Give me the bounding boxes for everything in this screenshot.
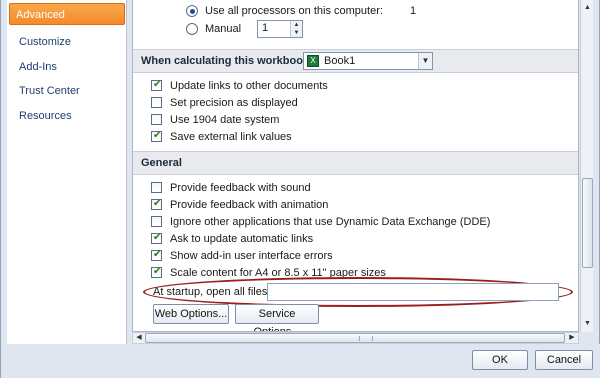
startup-folder-label: At startup, open all files in:: [153, 286, 283, 298]
excel-options-dialog: Advanced Customize Add-Ins Trust Center …: [0, 0, 600, 378]
checkbox[interactable]: [151, 216, 162, 227]
vertical-scrollbar[interactable]: ▲ ▼: [580, 0, 593, 332]
sidebar-item-trust-center[interactable]: Trust Center: [13, 80, 125, 102]
sidebar-item-advanced[interactable]: Advanced: [9, 3, 125, 25]
manual-threads-value: 1: [262, 22, 269, 34]
checkbox[interactable]: [151, 247, 162, 263]
scroll-left-icon[interactable]: ◀: [134, 333, 144, 343]
options-panel: Use all processors on this computer: 1 M…: [132, 0, 579, 332]
checkbox[interactable]: [151, 77, 162, 93]
service-options-button[interactable]: Service Options...: [235, 304, 319, 331]
option-label: Provide feedback with sound: [170, 182, 311, 194]
chevron-down-icon[interactable]: ▼: [418, 53, 432, 69]
option-label: Save external link values: [170, 131, 292, 143]
workbook-select[interactable]: X Book1 ▼: [303, 52, 433, 70]
option-label: Provide feedback with animation: [170, 199, 329, 211]
dialog-footer: OK Cancel: [1, 344, 600, 378]
processor-count: 1: [410, 5, 417, 17]
scroll-grip-icon: [359, 336, 373, 341]
checkbox[interactable]: [151, 128, 162, 144]
web-options-button[interactable]: Web Options...: [153, 304, 229, 324]
manual-radio[interactable]: [186, 23, 198, 35]
excel-workbook-icon: X: [307, 55, 319, 67]
scroll-down-icon[interactable]: ▼: [582, 318, 593, 330]
workbook-select-value: Book1: [324, 55, 356, 67]
startup-folder-input[interactable]: [267, 283, 559, 301]
sidebar-item-add-ins[interactable]: Add-Ins: [13, 56, 125, 78]
scroll-right-icon[interactable]: ▶: [567, 333, 577, 343]
ok-button[interactable]: OK: [472, 350, 528, 370]
scroll-up-icon[interactable]: ▲: [582, 2, 593, 14]
sidebar-item-resources[interactable]: Resources: [13, 105, 125, 127]
option-label: Update links to other documents: [170, 80, 328, 92]
manual-threads-spinner[interactable]: 1 ▲ ▼: [257, 20, 303, 38]
use-all-processors-radio[interactable]: [186, 5, 198, 17]
sidebar-item-customize[interactable]: Customize: [13, 31, 125, 53]
option-label: Ignore other applications that use Dynam…: [170, 216, 491, 228]
cancel-button[interactable]: Cancel: [535, 350, 593, 370]
checkbox[interactable]: [151, 264, 162, 280]
use-all-processors-label: Use all processors on this computer:: [205, 5, 383, 17]
general-section-title: General: [141, 157, 182, 169]
horizontal-scrollbar[interactable]: ◀ ▶: [132, 332, 579, 344]
spinner-arrows-icon[interactable]: ▲ ▼: [290, 21, 302, 37]
checkbox[interactable]: [151, 230, 162, 246]
option-label: Use 1904 date system: [170, 114, 280, 126]
sidebar: Advanced Customize Add-Ins Trust Center …: [7, 0, 127, 344]
workbook-section-title: When calculating this workbook:: [141, 55, 313, 67]
horizontal-scroll-thumb[interactable]: [145, 333, 565, 343]
option-label: Show add-in user interface errors: [170, 250, 333, 262]
checkbox[interactable]: [151, 182, 162, 193]
checkbox[interactable]: [151, 196, 162, 212]
manual-label: Manual: [205, 23, 242, 35]
checkbox[interactable]: [151, 97, 162, 108]
option-label: Ask to update automatic links: [170, 233, 314, 245]
vertical-scroll-thumb[interactable]: [582, 178, 593, 268]
general-section-header: General: [133, 151, 578, 175]
checkbox[interactable]: [151, 114, 162, 125]
option-label: Set precision as displayed: [170, 97, 298, 109]
